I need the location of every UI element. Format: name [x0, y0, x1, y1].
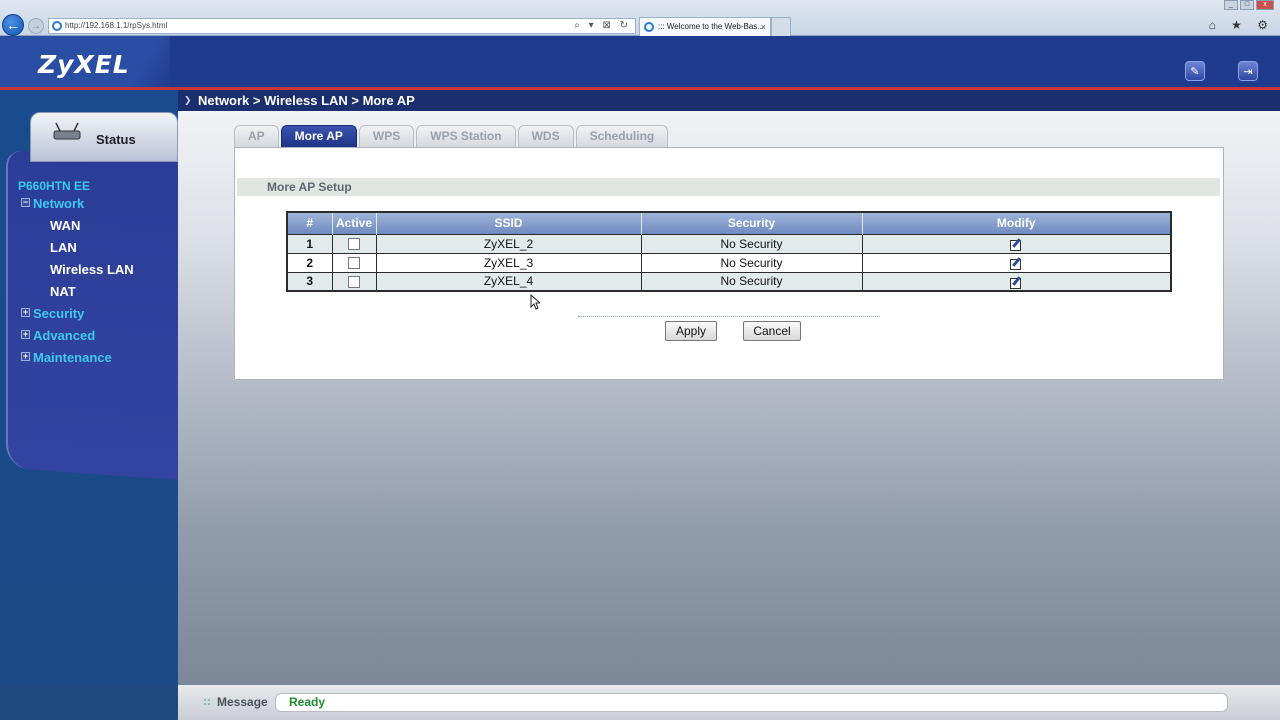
tab-bar: AP More AP WPS WPS Station WDS Schedulin…	[234, 125, 670, 147]
tab-wps-station[interactable]: WPS Station	[416, 125, 516, 147]
browser-home-fav-settings-icons[interactable]: ⌂ ★ ⚙	[1209, 18, 1274, 32]
security-cell: No Security	[641, 252, 863, 272]
tab-wds[interactable]: WDS	[517, 125, 574, 147]
device-name: P660HTN EE	[18, 179, 91, 193]
tab-more-ap[interactable]: More AP	[280, 125, 357, 147]
collapse-network-icon[interactable]: −	[21, 198, 30, 207]
sidebar-menu-panel	[6, 150, 178, 481]
expand-maintenance-icon[interactable]: +	[21, 352, 30, 361]
ssid-cell: ZyXEL_3	[376, 252, 642, 272]
back-button[interactable]: ←	[2, 14, 24, 36]
col-header-active: Active	[332, 212, 377, 234]
row-number: 2	[287, 252, 333, 272]
status-label[interactable]: Status	[96, 132, 136, 147]
active-checkbox[interactable]	[348, 257, 360, 270]
ie-icon	[52, 21, 62, 31]
edit-icon[interactable]	[1009, 276, 1023, 290]
table-row: 3 ZyXEL_4 No Security	[287, 271, 1171, 291]
expand-security-icon[interactable]: +	[21, 308, 30, 317]
col-header-num: #	[287, 212, 333, 234]
edit-icon[interactable]	[1009, 257, 1023, 271]
sidebar-item-security[interactable]: Security	[33, 306, 84, 321]
active-checkbox[interactable]	[348, 276, 360, 289]
breadcrumb-arrow-icon: ❯	[184, 95, 192, 105]
row-number: 3	[287, 271, 333, 291]
ssid-cell: ZyXEL_4	[376, 271, 642, 291]
ssid-cell: ZyXEL_2	[376, 233, 642, 253]
address-url: http://192.168.1.1/rpSys.html	[65, 21, 168, 30]
minimize-icon[interactable]: _	[1224, 0, 1238, 10]
modify-cell	[862, 252, 1171, 272]
window-controls: _ □ x	[1224, 0, 1274, 10]
new-tab-button[interactable]	[771, 17, 791, 36]
forward-button[interactable]: →	[28, 18, 44, 34]
cancel-button[interactable]: Cancel	[743, 321, 801, 341]
logout-icon[interactable]: ⇥	[1238, 61, 1258, 81]
table-header-row: # Active SSID Security Modify	[287, 212, 1171, 234]
active-cell	[332, 252, 377, 272]
table-row: 2 ZyXEL_3 No Security	[287, 252, 1171, 272]
section-header-bar	[237, 178, 1220, 196]
modify-cell	[862, 233, 1171, 253]
router-header	[0, 36, 1280, 88]
expand-advanced-icon[interactable]: +	[21, 330, 30, 339]
edit-icon[interactable]	[1009, 238, 1023, 252]
breadcrumb: Network > Wireless LAN > More AP	[198, 93, 415, 108]
sidebar-item-advanced[interactable]: Advanced	[33, 328, 95, 343]
tab-ap[interactable]: AP	[234, 125, 279, 147]
message-icon	[203, 698, 211, 706]
sidebar-item-wireless-lan[interactable]: Wireless LAN	[50, 262, 134, 277]
more-ap-table: # Active SSID Security Modify 1 ZyXEL_2 …	[286, 211, 1172, 292]
sidebar-item-wan[interactable]: WAN	[50, 218, 80, 233]
sidebar-item-nat[interactable]: NAT	[50, 284, 76, 299]
close-tab-icon[interactable]: ×	[761, 18, 766, 36]
col-header-security: Security	[641, 212, 863, 234]
active-checkbox[interactable]	[348, 238, 360, 251]
address-bar[interactable]: http://192.168.1.1/rpSys.html ⌕ ▾ ⊠ ↻	[48, 18, 636, 34]
sidebar-item-maintenance[interactable]: Maintenance	[33, 350, 112, 365]
mouse-cursor-icon	[530, 294, 540, 310]
address-tools-icons[interactable]: ⌕ ▾ ⊠ ↻	[574, 19, 631, 33]
tab-wps[interactable]: WPS	[358, 125, 415, 147]
ie-tab-icon	[644, 22, 654, 32]
modify-cell	[862, 271, 1171, 291]
col-header-ssid: SSID	[376, 212, 642, 234]
message-box	[275, 693, 1228, 712]
col-header-modify: Modify	[862, 212, 1171, 234]
router-icon	[53, 122, 81, 140]
wizard-icon[interactable]: ✎	[1185, 61, 1205, 81]
sidebar-item-lan[interactable]: LAN	[50, 240, 77, 255]
tab-scheduling[interactable]: Scheduling	[575, 125, 669, 147]
security-cell: No Security	[641, 233, 863, 253]
zyxel-logo: ZyXEL	[38, 50, 130, 79]
browser-tab-title: ::: Welcome to the Web-Bas...	[658, 22, 764, 31]
table-row: 1 ZyXEL_2 No Security	[287, 233, 1171, 253]
close-window-icon[interactable]: x	[1256, 0, 1274, 10]
message-value: Ready	[289, 695, 326, 709]
row-number: 1	[287, 233, 333, 253]
sidebar-item-network[interactable]: Network	[33, 196, 84, 211]
apply-button[interactable]: Apply	[665, 321, 717, 341]
maximize-icon[interactable]: □	[1240, 0, 1254, 10]
active-cell	[332, 233, 377, 253]
security-cell: No Security	[641, 271, 863, 291]
button-divider	[578, 316, 880, 317]
message-label: Message	[217, 695, 268, 709]
breadcrumb-bar: ❯ Network > Wireless LAN > More AP	[178, 90, 1280, 111]
browser-tab[interactable]: ::: Welcome to the Web-Bas... ×	[639, 17, 771, 36]
section-title: More AP Setup	[267, 180, 352, 194]
active-cell	[332, 271, 377, 291]
